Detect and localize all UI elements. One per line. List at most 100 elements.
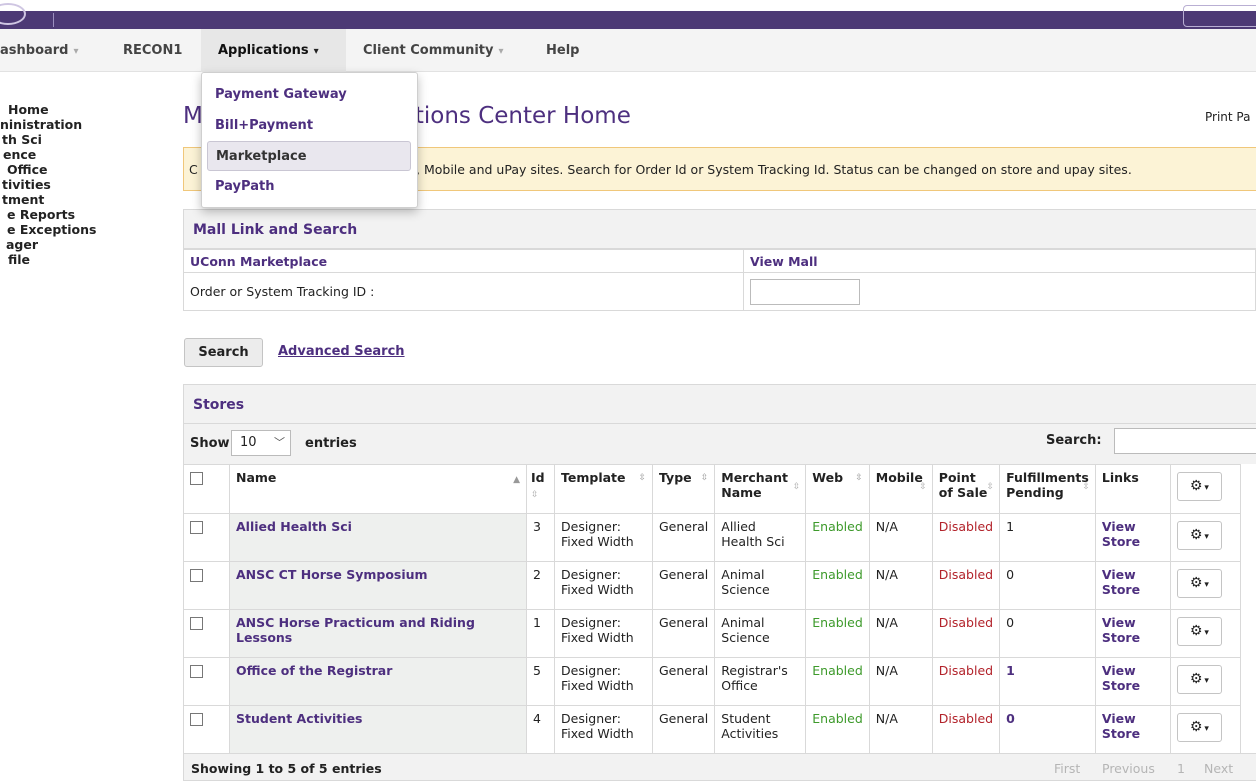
row-checkbox[interactable]	[190, 617, 203, 630]
view-store-link[interactable]: View Store	[1102, 615, 1140, 645]
col-name[interactable]: Name ▲	[229, 464, 527, 514]
sidebar-item[interactable]: Office	[0, 162, 120, 177]
row-select-cell	[183, 705, 230, 754]
menu-item-bill-payment[interactable]: Bill+Payment	[207, 111, 411, 141]
store-merchant: Registrar's Office	[714, 657, 807, 706]
chevron-down-icon: ▾	[1204, 724, 1209, 734]
store-web-status: Enabled	[805, 561, 870, 610]
pager-first[interactable]: First	[1054, 761, 1080, 776]
stores-panel-heading: Stores	[183, 384, 1256, 424]
stores-table: Name ▲ Id ⇳ Template ⇳ Type ⇳ Merchant Name ⇳…	[183, 464, 1241, 754]
store-pos-status: Disabled	[931, 705, 1001, 754]
sidebar-item[interactable]: tment	[0, 192, 120, 207]
store-type: General	[651, 705, 716, 754]
sidebar-item[interactable]: e Reports	[0, 207, 120, 222]
chevron-down-icon: ▾	[1204, 483, 1209, 493]
store-web-status: Enabled	[805, 609, 870, 658]
account-button[interactable]	[1183, 5, 1256, 27]
select-all-checkbox[interactable]	[190, 472, 203, 485]
store-name-link[interactable]: Office of the Registrar	[236, 663, 392, 678]
view-store-link[interactable]: View Store	[1102, 567, 1140, 597]
search-button[interactable]: Search	[184, 338, 263, 367]
row-checkbox[interactable]	[190, 521, 203, 534]
nav-dashboard[interactable]: ashboard ▾	[0, 29, 79, 72]
sidebar-item[interactable]: file	[0, 252, 120, 267]
col-template[interactable]: Template ⇳	[554, 464, 653, 514]
store-name-cell: ANSC CT Horse Symposium	[229, 561, 527, 610]
row-actions-cell: ⚙ ▾	[1169, 609, 1241, 658]
col-merchant-name[interactable]: Merchant Name ⇳	[714, 464, 807, 514]
row-checkbox[interactable]	[190, 665, 203, 678]
nav-help[interactable]: Help	[546, 29, 579, 72]
sidebar-item[interactable]: tivities	[0, 177, 120, 192]
row-actions-button[interactable]: ⚙ ▾	[1176, 617, 1222, 646]
sidebar-item[interactable]: ninistration	[0, 117, 120, 132]
row-actions-button[interactable]: ⚙ ▾	[1176, 665, 1222, 694]
col-fulfillments-pending[interactable]: Fulfillments Pending ⇳	[999, 464, 1096, 514]
row-checkbox[interactable]	[190, 569, 203, 582]
col-actions: ⚙ ▾	[1169, 464, 1241, 514]
view-store-link[interactable]: View Store	[1102, 711, 1140, 741]
nav-help-label: Help	[546, 43, 580, 58]
sidebar-item[interactable]: e Exceptions	[0, 222, 120, 237]
page-length-select[interactable]: 10 ﹀	[231, 430, 291, 456]
col-links-label: Links	[1101, 470, 1139, 485]
row-actions-button[interactable]: ⚙ ▾	[1176, 713, 1222, 742]
tracking-id-input[interactable]	[750, 278, 860, 305]
menu-item-paypath[interactable]: PayPath	[207, 172, 411, 202]
row-actions-button[interactable]: ⚙ ▾	[1176, 569, 1222, 598]
store-pos-status: Disabled	[931, 657, 1001, 706]
tracking-input-cell	[743, 272, 1256, 311]
entries-label: entries	[305, 436, 357, 451]
row-checkbox[interactable]	[190, 713, 203, 726]
col-pending-label: Fulfillments Pending	[1006, 470, 1089, 500]
col-point-of-sale[interactable]: Point of Sale ⇳	[931, 464, 1001, 514]
menu-item-payment-gateway[interactable]: Payment Gateway	[207, 80, 411, 110]
nav-client-community[interactable]: Client Community ▾	[363, 29, 504, 72]
store-name-link[interactable]: ANSC Horse Practicum and Riding Lessons	[236, 615, 475, 645]
col-links: Links	[1094, 464, 1171, 514]
pager-next[interactable]: Next	[1204, 761, 1233, 776]
col-mobile[interactable]: Mobile ⇳	[868, 464, 933, 514]
view-store-link[interactable]: View Store	[1102, 519, 1140, 549]
nav-recon1-label: RECON1	[123, 43, 183, 58]
nav-applications[interactable]: Applications ▾	[201, 29, 346, 72]
advanced-search-link[interactable]: Advanced Search	[278, 344, 405, 359]
sidebar-item[interactable]: ence	[0, 147, 120, 162]
uconn-marketplace-link[interactable]: UConn Marketplace	[190, 254, 327, 269]
show-label: Show	[190, 436, 230, 451]
pending-link[interactable]: 0	[1006, 711, 1015, 726]
store-type: General	[651, 657, 716, 706]
stores-toolbar: Show 10 ﹀ entries Search:	[183, 424, 1256, 464]
menu-item-marketplace[interactable]: Marketplace	[207, 141, 411, 171]
pager-page-1[interactable]: 1	[1177, 761, 1185, 776]
store-web-status: Enabled	[805, 513, 870, 562]
logo[interactable]	[0, 3, 26, 25]
row-actions-cell: ⚙ ▾	[1169, 561, 1241, 610]
nav-recon1[interactable]: RECON1	[123, 29, 182, 72]
sort-icon: ⇳	[700, 473, 709, 483]
sidebar-item[interactable]: Home	[0, 102, 120, 117]
store-name-link[interactable]: ANSC CT Horse Symposium	[236, 567, 428, 582]
pager-previous[interactable]: Previous	[1102, 761, 1155, 776]
sidebar-item[interactable]: ager	[0, 237, 120, 252]
store-merchant: Allied Health Sci	[714, 513, 807, 562]
table-search-input[interactable]	[1114, 428, 1256, 454]
store-links-cell: View Store	[1094, 561, 1171, 610]
col-id[interactable]: Id ⇳	[526, 464, 555, 514]
pending-link[interactable]: 1	[1006, 663, 1015, 678]
view-store-link[interactable]: View Store	[1102, 663, 1140, 693]
gear-icon: ⚙	[1189, 623, 1203, 639]
col-type[interactable]: Type ⇳	[651, 464, 716, 514]
row-actions-button[interactable]: ⚙ ▾	[1176, 521, 1222, 550]
store-name-link[interactable]: Student Activities	[236, 711, 362, 726]
print-page-link[interactable]: Print Pa	[1205, 110, 1250, 124]
store-name-link[interactable]: Allied Health Sci	[236, 519, 352, 534]
store-name-cell: Student Activities	[229, 705, 527, 754]
store-merchant: Animal Science	[714, 609, 807, 658]
bulk-actions-button[interactable]: ⚙ ▾	[1176, 472, 1222, 501]
view-mall-link[interactable]: View Mall	[750, 254, 818, 269]
row-select-cell	[183, 561, 230, 610]
col-web[interactable]: Web ⇳	[805, 464, 870, 514]
sidebar-item[interactable]: th Sci	[0, 132, 120, 147]
